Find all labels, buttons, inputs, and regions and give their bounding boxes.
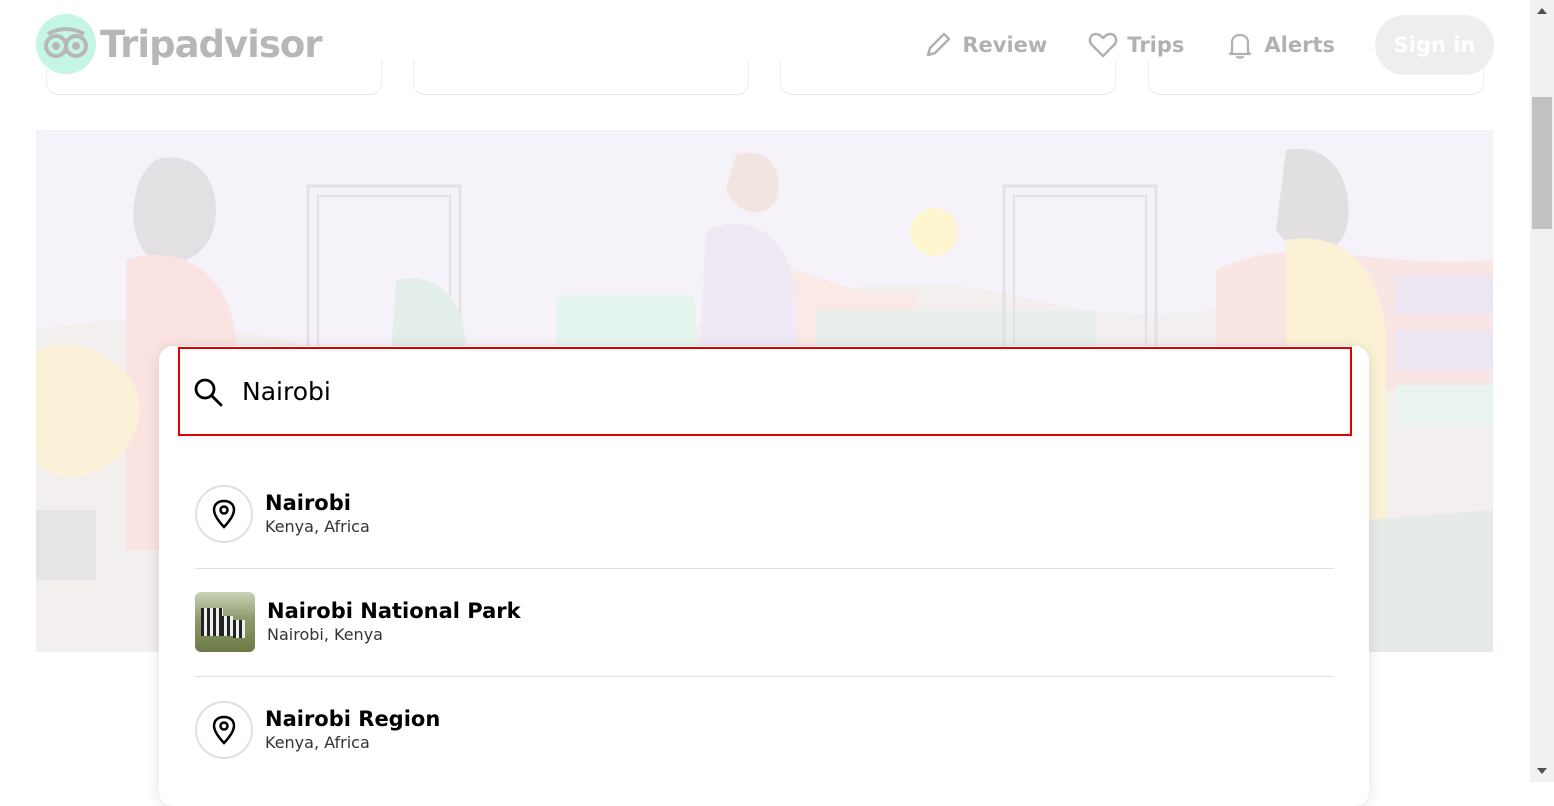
location-pin-icon xyxy=(195,485,253,543)
category-card[interactable] xyxy=(780,60,1116,95)
heart-icon xyxy=(1088,32,1118,58)
result-subtitle: Nairobi, Kenya xyxy=(267,625,383,644)
pencil-icon xyxy=(927,32,951,57)
category-card[interactable] xyxy=(46,60,382,95)
page-scrollbar[interactable] xyxy=(1530,0,1554,782)
nav-alerts-label: Alerts xyxy=(1264,33,1335,57)
site-header: Tripadvisor Review Trips Alerts Sign in xyxy=(0,0,1530,95)
scroll-down-icon[interactable] xyxy=(1537,768,1547,774)
category-card[interactable] xyxy=(413,60,749,95)
nav-trips-label: Trips xyxy=(1127,33,1185,57)
nav-alerts[interactable]: Alerts xyxy=(1224,29,1335,61)
nav-review[interactable]: Review xyxy=(922,29,1047,61)
search-icon xyxy=(192,376,224,408)
category-card[interactable] xyxy=(1148,60,1484,95)
zebra-thumbnail xyxy=(195,592,255,652)
result-title: Nairobi National Park xyxy=(267,599,521,623)
search-result-item[interactable]: Nairobi National Park Nairobi, Kenya xyxy=(195,568,1334,677)
result-title: Nairobi xyxy=(265,491,351,515)
nav-review-label: Review xyxy=(962,33,1048,57)
location-pin-icon xyxy=(195,701,253,759)
nav-trips[interactable]: Trips xyxy=(1087,29,1184,61)
search-result-item[interactable]: Nairobi Kenya, Africa xyxy=(195,460,1334,569)
search-input[interactable] xyxy=(242,377,1350,406)
bell-icon xyxy=(1229,33,1252,59)
result-title: Nairobi Region xyxy=(265,707,441,731)
search-result-item[interactable]: Nairobi Region Kenya, Africa xyxy=(195,676,1334,784)
search-bar[interactable] xyxy=(178,347,1352,436)
result-subtitle: Kenya, Africa xyxy=(265,733,370,752)
result-subtitle: Kenya, Africa xyxy=(265,517,370,536)
scroll-up-icon[interactable] xyxy=(1537,8,1547,14)
scroll-thumb[interactable] xyxy=(1532,97,1552,229)
